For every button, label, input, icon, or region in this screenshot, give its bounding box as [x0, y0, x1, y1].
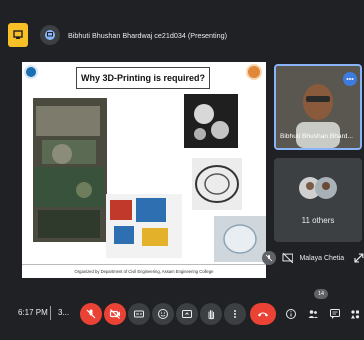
- info-icon: [286, 309, 296, 319]
- participants-count-badge: 14: [314, 289, 328, 299]
- presentation-screen-icon: [8, 23, 28, 47]
- activities-button[interactable]: [344, 303, 364, 325]
- videocam-off-icon: [109, 309, 120, 319]
- more-vert-icon: [234, 310, 236, 318]
- participant-tile-self[interactable]: Bibhuti Bhushan Bhard...: [274, 64, 362, 150]
- camera-toggle-button[interactable]: [104, 303, 126, 325]
- emoji-button[interactable]: [152, 303, 174, 325]
- avatar-stack: [299, 177, 337, 199]
- chat-button[interactable]: [324, 303, 346, 325]
- raise-hand-button[interactable]: [200, 303, 222, 325]
- captions-icon: [134, 310, 144, 318]
- present-to-all-icon: [182, 310, 192, 318]
- pinned-participant-name: Malaya Chetia: [299, 254, 345, 262]
- slide-images: [33, 94, 266, 262]
- captions-button[interactable]: [128, 303, 150, 325]
- others-count: 11 others: [301, 216, 335, 225]
- call-end-icon: [258, 312, 268, 317]
- clock-divider: [50, 306, 51, 320]
- raise-hand-icon: [208, 310, 215, 320]
- mic-toggle-button[interactable]: [80, 303, 102, 325]
- chat-icon: [330, 309, 340, 319]
- activities-icon: [351, 310, 360, 319]
- presenting-label: Bibhuti Bhushan Bhardwaj ce21d034 (Prese…: [68, 30, 228, 40]
- meet-window: Bibhuti Bhushan Bhardwaj ce21d034 (Prese…: [0, 0, 364, 340]
- others-tile[interactable]: 11 others: [274, 158, 362, 242]
- present-screen-icon: [282, 252, 293, 264]
- mic-off-icon: [86, 309, 96, 319]
- more-vert-icon[interactable]: [343, 72, 357, 86]
- present-button[interactable]: [176, 303, 198, 325]
- meeting-code: 3...: [58, 308, 70, 317]
- mic-off-icon: [262, 251, 276, 265]
- expand-icon[interactable]: [354, 253, 364, 263]
- presenting-bar: Bibhuti Bhushan Bhardwaj ce21d034 (Prese…: [8, 20, 358, 50]
- pinned-participant[interactable]: Malaya Chetia: [258, 246, 364, 270]
- call-controls-bar: 6:17 PM 3...: [0, 300, 364, 328]
- present-screen-icon[interactable]: [40, 25, 60, 45]
- participant-name: Bibhuti Bhushan Bhard...: [280, 133, 353, 140]
- emoji-icon: [158, 309, 168, 319]
- people-button[interactable]: [302, 303, 324, 325]
- slide-footer-text: Organized by Department of Civil Enginee…: [74, 269, 214, 274]
- shared-slide: Why 3D-Printing is required? Organized b…: [22, 62, 266, 278]
- more-options-button[interactable]: [224, 303, 246, 325]
- people-icon: [308, 310, 318, 318]
- slide-footer: Organized by Department of Civil Enginee…: [22, 264, 266, 278]
- meeting-info-button[interactable]: [280, 303, 302, 325]
- meeting-clock: 6:17 PM: [18, 308, 48, 317]
- end-call-button[interactable]: [250, 303, 276, 325]
